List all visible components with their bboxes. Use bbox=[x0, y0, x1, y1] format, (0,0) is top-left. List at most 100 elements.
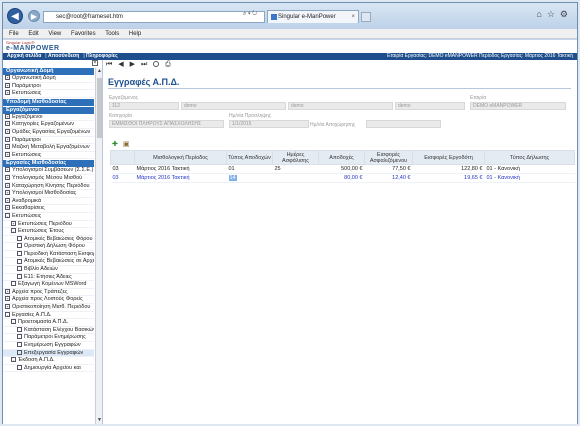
sidebar-item[interactable]: Ε11: Ετήσιες Άδειες bbox=[3, 274, 94, 282]
sidebar-section-header[interactable]: Εργασίες Μισθοδοσίας bbox=[3, 160, 94, 168]
sidebar-item[interactable]: Δημιουργία Αρχείου και bbox=[3, 365, 94, 373]
leaf-icon[interactable] bbox=[17, 266, 22, 272]
sidebar-item[interactable]: + Εκτυπώσεις bbox=[3, 152, 94, 160]
table-row[interactable]: 03 Μάρτιος 2016 Τακτική 01 25 500,00 € 7… bbox=[110, 164, 575, 174]
add-record-icon[interactable]: ✚ bbox=[112, 141, 118, 148]
row-type[interactable]: 14 bbox=[226, 173, 273, 183]
leaf-icon[interactable] bbox=[17, 273, 22, 279]
expand-icon[interactable]: + bbox=[5, 75, 10, 81]
close-tab-icon[interactable]: × bbox=[351, 11, 355, 23]
expand-icon[interactable]: + bbox=[5, 90, 10, 96]
collapse-icon[interactable]: - bbox=[5, 311, 10, 317]
menu-view[interactable]: View bbox=[48, 31, 61, 37]
browser-tab[interactable]: Singular e-ManPower × bbox=[267, 10, 359, 23]
expand-icon[interactable]: + bbox=[5, 174, 10, 180]
expand-icon[interactable]: + bbox=[5, 182, 10, 188]
sidebar-section-header[interactable]: Υποδομή Μισθοδοσίας bbox=[3, 98, 94, 106]
sidebar-scrollbar[interactable]: ▲ ▼ bbox=[95, 68, 102, 424]
sidebar-item[interactable]: Εξαγωγή Κομένων MSWord bbox=[3, 281, 94, 289]
col-declaration-type[interactable]: Τύπος Δήλωσης bbox=[484, 150, 575, 165]
sidebar-item[interactable]: Οριστική Δήλωση Φόρου bbox=[3, 243, 94, 251]
menu-file[interactable]: File bbox=[9, 31, 19, 37]
sidebar-section-header[interactable]: Εργαζόμενοι bbox=[3, 106, 94, 114]
nav-info[interactable]: Πληροφορίες bbox=[86, 53, 118, 59]
table-row[interactable]: 03 Μάρτιος 2016 Τακτική 14 80,00 € 12,40… bbox=[110, 173, 575, 183]
sidebar-item[interactable]: + Υπολογισμός Μέσου Μισθού bbox=[3, 175, 94, 183]
sidebar-item[interactable]: - Προετοιμασία Α.Π.Δ. bbox=[3, 319, 94, 327]
expand-icon[interactable]: + bbox=[5, 197, 10, 203]
sidebar-item[interactable]: + Εκκαθαρίσεις bbox=[3, 205, 94, 213]
col-earnings[interactable]: Αποδοχές bbox=[318, 150, 365, 165]
expand-icon[interactable]: + bbox=[5, 205, 10, 211]
sidebar-item[interactable]: + Υπολογισμοί Συμβάσεων (Σ.Σ.Ε.) bbox=[3, 167, 94, 175]
leaf-icon[interactable] bbox=[17, 349, 22, 355]
col-earnings-type[interactable]: Τύπος Αποδοχών bbox=[226, 150, 273, 165]
expand-icon[interactable]: + bbox=[5, 288, 10, 294]
sidebar-item[interactable]: + Οργανωτική Δομή bbox=[3, 75, 94, 83]
sidebar-item[interactable]: Ατομικές Βεβαιώσεις σε Αρχείο bbox=[3, 258, 94, 267]
back-button[interactable]: ◀ bbox=[7, 8, 23, 24]
collapse-icon[interactable]: - bbox=[5, 212, 10, 218]
sidebar-item[interactable]: + Υπολογισμοί Μισθοδοσίας bbox=[3, 190, 94, 198]
sidebar-item[interactable]: Ατομικές Βεβαιώσεις Φόρου bbox=[3, 236, 94, 244]
col-employee-contrib[interactable]: Εισφορές Ασφαλιζόμενου bbox=[364, 150, 413, 165]
menu-edit[interactable]: Edit bbox=[28, 31, 38, 37]
leaf-icon[interactable] bbox=[17, 243, 22, 249]
leaf-icon[interactable] bbox=[17, 334, 22, 340]
nav-home[interactable]: Αρχική σελίδα bbox=[7, 53, 41, 59]
expand-icon[interactable]: + bbox=[5, 82, 10, 88]
col-period[interactable]: Μισθολογική Περίοδος bbox=[134, 150, 227, 165]
col-employer-contrib[interactable]: Εισφορές Εργοδότη bbox=[412, 150, 485, 165]
expand-icon[interactable]: + bbox=[5, 167, 10, 173]
expand-icon[interactable]: + bbox=[5, 190, 10, 196]
prev-record-icon[interactable]: ◀ bbox=[118, 61, 123, 68]
leaf-icon[interactable] bbox=[17, 364, 22, 370]
browser-icons[interactable]: ⌂☆⚙ bbox=[536, 9, 573, 20]
menu-favorites[interactable]: Favorites bbox=[71, 31, 96, 37]
sidebar-item[interactable]: - Έκδοση Α.Π.Δ. bbox=[3, 357, 94, 365]
sidebar-item[interactable]: Βιβλίο Αδειών bbox=[3, 266, 94, 274]
sidebar-item[interactable]: - Εκτυπώσεις Έτους bbox=[3, 228, 94, 236]
sidebar-item[interactable]: + Οριστικοποίηση Μισθ. Περιόδου bbox=[3, 304, 94, 312]
last-record-icon[interactable]: ⏭ bbox=[141, 61, 147, 68]
print-icon[interactable]: ⎙ bbox=[165, 61, 171, 68]
expand-icon[interactable]: + bbox=[5, 136, 10, 142]
expand-icon[interactable]: + bbox=[11, 220, 16, 226]
first-record-icon[interactable]: ⏮ bbox=[106, 61, 112, 68]
nav-logout[interactable]: Αποσύνδεση bbox=[48, 53, 79, 59]
leaf-icon[interactable] bbox=[11, 281, 16, 287]
expand-icon[interactable]: + bbox=[5, 113, 10, 119]
sidebar-item[interactable]: + Εκτυπώσεις bbox=[3, 90, 94, 98]
sidebar-item[interactable]: Περιοδική Κατάσταση Εισφορών bbox=[3, 251, 94, 259]
expand-icon[interactable]: + bbox=[5, 129, 10, 135]
sidebar-item[interactable]: + Κατηγορίες Εργαζομένων bbox=[3, 121, 94, 129]
expand-icon[interactable]: + bbox=[5, 151, 10, 157]
sidebar-item[interactable]: + Παράμετροι bbox=[3, 83, 94, 91]
scroll-up-icon[interactable]: ▲ bbox=[96, 68, 102, 75]
edit-record-icon[interactable]: ▣ bbox=[123, 141, 130, 148]
forward-button[interactable]: ▶ bbox=[28, 10, 40, 22]
sidebar-section-header[interactable]: Οργανωτική Δομή bbox=[3, 68, 94, 75]
sidebar-item[interactable]: + Αναδρομικά bbox=[3, 198, 94, 206]
cancel-icon[interactable] bbox=[153, 61, 160, 68]
address-tools[interactable]: ⌕ ▾ ↻ bbox=[243, 11, 257, 18]
sidebar-item[interactable]: + Ομάδες Εργασίας Εργαζομένων bbox=[3, 129, 94, 137]
sidebar-item[interactable]: Κατάσταση Ελέγχου Βασικών bbox=[3, 327, 94, 335]
collapse-icon[interactable]: - bbox=[11, 228, 16, 234]
leaf-icon[interactable] bbox=[17, 326, 22, 332]
leaf-icon[interactable] bbox=[17, 342, 22, 348]
sidebar-item[interactable]: + Μαζική Μεταβολή Εργαζομένων bbox=[3, 144, 94, 152]
collapse-icon[interactable]: - bbox=[11, 319, 16, 325]
expand-icon[interactable]: + bbox=[5, 304, 10, 310]
leaf-icon[interactable] bbox=[17, 235, 22, 241]
address-bar[interactable]: sec@root@frameset.htm bbox=[43, 11, 265, 23]
menu-help[interactable]: Help bbox=[129, 31, 141, 37]
sidebar-item[interactable]: + Καταχώρηση Κίνησης Περιόδου bbox=[3, 183, 94, 191]
expand-icon[interactable]: + bbox=[5, 296, 10, 302]
scroll-thumb[interactable] bbox=[97, 78, 102, 138]
sidebar-item[interactable]: + Εργαζόμενοι bbox=[3, 114, 94, 122]
sidebar-item[interactable]: Επεξεργασία Εγγραφών bbox=[3, 349, 94, 358]
leaf-icon[interactable] bbox=[17, 250, 22, 256]
scroll-down-icon[interactable]: ▼ bbox=[96, 417, 102, 424]
sidebar-item[interactable]: + Παράμετροι bbox=[3, 137, 94, 145]
